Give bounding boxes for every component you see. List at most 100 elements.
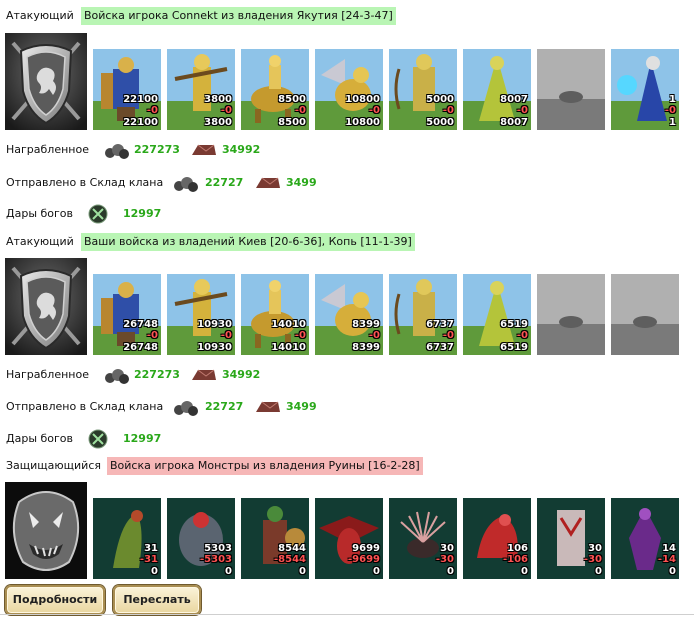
unit-loss: -0: [442, 105, 454, 116]
loot-label-1: Награбленное: [6, 143, 89, 156]
unit-remaining: 8399: [352, 342, 380, 353]
unit-remaining: 6737: [426, 342, 454, 353]
gods-gift-icon: [88, 204, 108, 224]
unit-slot-empty: [611, 274, 679, 355]
unit-slot[interactable]: 14010 -0 14010: [241, 274, 309, 355]
loot-ore-value-1: 34992: [222, 143, 261, 156]
unit-loss: -0: [516, 105, 528, 116]
unit-slot[interactable]: 106 -106 0: [463, 498, 531, 579]
unit-slot[interactable]: 22100 -0 22100: [93, 49, 161, 130]
unit-remaining: 0: [595, 566, 602, 577]
unit-loss: -31: [139, 554, 158, 565]
iron-icon: [105, 369, 129, 384]
unit-count: 30: [588, 543, 602, 554]
unit-loss: -0: [146, 105, 158, 116]
unit-loss: -30: [583, 554, 602, 565]
unit-count: 6737: [426, 319, 454, 330]
unit-slot[interactable]: 10930 -0 10930: [167, 274, 235, 355]
defender-army-title: Войска игрока Монстры из владения Руины …: [107, 457, 423, 475]
unit-count: 1: [669, 94, 676, 105]
unit-slot[interactable]: 5303 -5303 0: [167, 498, 235, 579]
bottom-divider: [0, 614, 694, 615]
unit-count: 6519: [500, 319, 528, 330]
sent-ore-value-2: 3499: [286, 400, 317, 413]
attacker-shield-emblem: [5, 33, 87, 130]
unit-remaining: 10930: [197, 342, 232, 353]
unit-count: 10930: [197, 319, 232, 330]
unit-loss: -0: [368, 330, 380, 341]
unit-loss: -0: [294, 330, 306, 341]
unit-loss: -30: [435, 554, 454, 565]
unit-count: 5000: [426, 94, 454, 105]
unit-slot[interactable]: 9699 -9699 0: [315, 498, 383, 579]
unit-count: 8544: [278, 543, 306, 554]
unit-remaining: 0: [521, 566, 528, 577]
unit-loss: -9699: [348, 554, 380, 565]
army-title-2: Ваши войска из владений Киев [20-6-36], …: [81, 233, 415, 251]
unit-count: 30: [440, 543, 454, 554]
loot-label-2: Награбленное: [6, 368, 89, 381]
ore-icon: [256, 177, 280, 188]
ore-icon: [256, 401, 280, 412]
unit-count: 14010: [271, 319, 306, 330]
unit-count: 8007: [500, 94, 528, 105]
unit-slot[interactable]: 3800 -0 3800: [167, 49, 235, 130]
unit-slot[interactable]: 5000 -0 5000: [389, 49, 457, 130]
gods-gift-icon: [88, 429, 108, 449]
loot-ore-value-2: 34992: [222, 368, 261, 381]
unit-slot[interactable]: 30 -30 0: [389, 498, 457, 579]
unit-slot[interactable]: 8544 -8544 0: [241, 498, 309, 579]
gifts-label-2: Дары богов: [6, 432, 74, 445]
unit-slot[interactable]: 30 -30 0: [537, 498, 605, 579]
unit-remaining: 0: [151, 566, 158, 577]
unit-loss: -0: [294, 105, 306, 116]
attacker-label-2: Атакующий: [6, 235, 74, 248]
unit-remaining: 8007: [500, 117, 528, 128]
unit-count: 8399: [352, 319, 380, 330]
forward-button[interactable]: Переслать: [113, 585, 201, 615]
unit-remaining: 26748: [123, 342, 158, 353]
unit-slot[interactable]: 6737 -0 6737: [389, 274, 457, 355]
unit-count: 26748: [123, 319, 158, 330]
gifts-label-1: Дары богов: [6, 207, 74, 220]
unit-slot[interactable]: 8399 -0 8399: [315, 274, 383, 355]
sent-iron-value-2: 22727: [205, 400, 244, 413]
sent-label-1: Отправлено в Склад клана: [6, 176, 164, 189]
loot-iron-value-1: 227273: [134, 143, 180, 156]
unit-slot[interactable]: 31 -31 0: [93, 498, 161, 579]
unit-remaining: 0: [225, 566, 232, 577]
attacker-shield-emblem: [5, 258, 87, 355]
unit-remaining: 5000: [426, 117, 454, 128]
unit-loss: -5303: [200, 554, 232, 565]
unit-remaining: 8500: [278, 117, 306, 128]
unit-slot[interactable]: 26748 -0 26748: [93, 274, 161, 355]
sent-iron-value-1: 22727: [205, 176, 244, 189]
unit-remaining: 0: [447, 566, 454, 577]
unit-remaining: 0: [299, 566, 306, 577]
unit-remaining: 6519: [500, 342, 528, 353]
monster-emblem: [5, 482, 87, 579]
unit-remaining: 10800: [345, 117, 380, 128]
unit-slot[interactable]: 1 -0 1: [611, 49, 679, 130]
unit-count: 5303: [204, 543, 232, 554]
unit-slot[interactable]: 6519 -0 6519: [463, 274, 531, 355]
unit-count: 106: [507, 543, 528, 554]
details-button[interactable]: Подробности: [5, 585, 105, 615]
unit-loss: -0: [368, 105, 380, 116]
unit-count: 10800: [345, 94, 380, 105]
unit-count: 31: [144, 543, 158, 554]
unit-remaining: 0: [373, 566, 380, 577]
gifts-value-1: 12997: [123, 207, 162, 220]
unit-slot-empty: [537, 274, 605, 355]
unit-remaining: 22100: [123, 117, 158, 128]
unit-slot[interactable]: 14 -14 0: [611, 498, 679, 579]
defender-label: Защищающийся: [6, 459, 101, 472]
unit-count: 9699: [352, 543, 380, 554]
unit-slot[interactable]: 8007 -0 8007: [463, 49, 531, 130]
unit-slot[interactable]: 10800 -0 10800: [315, 49, 383, 130]
loot-iron-value-2: 227273: [134, 368, 180, 381]
iron-icon: [174, 401, 198, 416]
unit-slot[interactable]: 8500 -0 8500: [241, 49, 309, 130]
iron-icon: [174, 177, 198, 192]
unit-count: 14: [662, 543, 676, 554]
